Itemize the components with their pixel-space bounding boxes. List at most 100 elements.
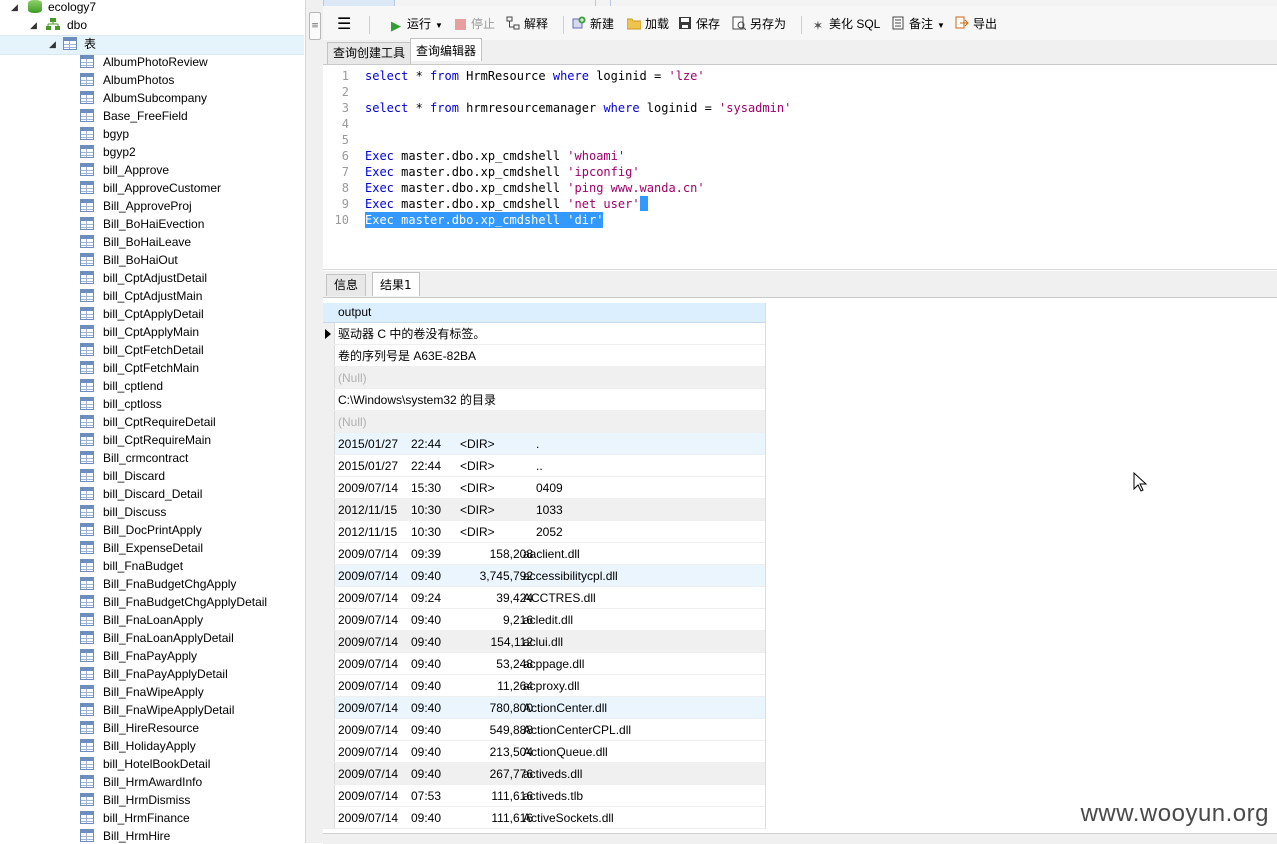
beautify-sql-button[interactable]: ✶ 美化 SQL <box>811 15 881 33</box>
row-indicator[interactable] <box>323 455 335 476</box>
new-query-icon <box>572 16 586 30</box>
table-icon <box>80 649 94 662</box>
export-label: 导出 <box>973 17 998 31</box>
code-line[interactable]: 7 Exec master.dbo.xp_cmdshell 'ipconfig' <box>323 164 640 180</box>
expand-arrow-icon[interactable]: ◢ <box>49 35 56 53</box>
row-indicator[interactable] <box>323 411 335 432</box>
row-indicator[interactable] <box>323 697 335 718</box>
table-row[interactable]: 2009/07/14 09:40 154,112 aclui.dll <box>323 631 765 653</box>
grid-header[interactable]: output <box>323 303 765 323</box>
code-line[interactable]: 2 <box>323 84 349 100</box>
row-indicator[interactable] <box>323 587 335 608</box>
stop-button[interactable]: 停止 <box>453 15 495 33</box>
export-button[interactable]: 导出 <box>955 15 997 33</box>
row-indicator[interactable] <box>323 499 335 520</box>
row-indicator[interactable] <box>323 785 335 806</box>
collapse-grip-icon[interactable]: ≡ <box>309 12 321 40</box>
expand-arrow-icon[interactable]: ◢ <box>30 16 37 34</box>
table-row[interactable]: 2009/07/14 09:40 3,745,792 accessibilitycpl… <box>323 565 765 587</box>
row-indicator[interactable] <box>323 719 335 740</box>
sql-text: master.dbo.xp_cmdshell <box>393 181 568 195</box>
table-row[interactable]: 2009/07/14 09:40 549,888 ActionCenterCPL.dl… <box>323 719 765 741</box>
table-row[interactable]: C:\Windows\system32 的目录 <box>323 389 765 411</box>
status-strip <box>323 833 1277 844</box>
table-row[interactable]: 2009/07/14 15:30 <DIR> 0409 <box>323 477 765 499</box>
save-button[interactable]: 保存 <box>678 15 720 33</box>
cell-time: 09:40 <box>411 767 442 781</box>
cell-time: 09:40 <box>411 613 442 627</box>
sql-editor[interactable]: 1 select * from HrmResource where loginid… <box>323 65 1277 270</box>
table-row[interactable]: 2009/07/14 09:40 213,504 ActionQueue.dll <box>323 741 765 763</box>
save-as-button[interactable]: 另存为 <box>732 15 786 33</box>
table-row[interactable]: 驱动器 C 中的卷没有标签。 <box>323 323 765 345</box>
row-indicator[interactable] <box>323 807 335 828</box>
row-indicator[interactable] <box>323 543 335 564</box>
code-line[interactable]: 10 Exec master.dbo.xp_cmdshell 'dir' <box>323 212 604 228</box>
cell-filename: activeds.dll <box>523 767 583 781</box>
current-row-indicator-icon[interactable] <box>323 323 335 344</box>
table-row[interactable]: (Null) <box>323 411 765 433</box>
row-indicator[interactable] <box>323 477 335 498</box>
table-row[interactable]: 2009/07/14 09:40 267,776 activeds.dll <box>323 763 765 785</box>
code-line[interactable]: 1 select * from HrmResource where loginid… <box>323 68 705 84</box>
dropdown-arrow-icon[interactable]: ▼ <box>435 21 443 30</box>
table-row[interactable]: 2009/07/14 09:39 158,208 aaclient.dll <box>323 543 765 565</box>
table-row[interactable]: 卷的序列号是 A63E-82BA <box>323 345 765 367</box>
row-indicator[interactable] <box>323 433 335 454</box>
table-row[interactable]: 2015/01/27 22:44 <DIR>.. <box>323 455 765 477</box>
row-indicator[interactable] <box>323 521 335 542</box>
line-number: 2 <box>341 85 349 99</box>
row-indicator[interactable] <box>323 675 335 696</box>
row-indicator[interactable] <box>323 389 335 410</box>
code-line[interactable]: 4 <box>323 116 349 132</box>
code-line[interactable]: 9 Exec master.dbo.xp_cmdshell 'net user' <box>323 196 648 212</box>
tab-query-builder[interactable]: 查询创建工具 <box>327 42 412 64</box>
cell-filename: 1033 <box>536 503 563 517</box>
expand-arrow-icon[interactable]: ◢ <box>11 0 18 16</box>
table-item-label: Bill_HrmHire <box>103 829 171 843</box>
table-row[interactable]: 2009/07/14 09:40 11,264 acproxy.dll <box>323 675 765 697</box>
table-row[interactable]: (Null) <box>323 367 765 389</box>
load-button[interactable]: 加载 <box>626 15 669 33</box>
run-button[interactable]: ▶ 运行 ▼ <box>389 15 443 33</box>
code-line[interactable]: 6 Exec master.dbo.xp_cmdshell 'whoami' <box>323 148 625 164</box>
tab-query-editor[interactable]: 查询编辑器 <box>410 38 483 61</box>
result-grid[interactable]: output 驱动器 C 中的卷没有标签。 卷的序列号是 A63E-82BA (Nu… <box>323 303 766 829</box>
dropdown-arrow-icon[interactable]: ▼ <box>937 21 945 30</box>
tab-info[interactable]: 信息 <box>326 274 367 296</box>
table-row[interactable]: 2009/07/14 09:40 9,216 acledit.dll <box>323 609 765 631</box>
cell-dir-marker: <DIR> <box>460 503 495 517</box>
table-row[interactable]: 2009/07/14 09:24 39,424 ACCTRES.dll <box>323 587 765 609</box>
new-button[interactable]: 新建 <box>572 15 614 33</box>
sql-text: master.dbo.xp_cmdshell <box>393 213 568 227</box>
row-indicator[interactable] <box>323 653 335 674</box>
cell-time: 09:40 <box>411 701 442 715</box>
code-line[interactable]: 3 select * from hrmresourcemanager where … <box>323 100 792 116</box>
comment-button[interactable]: 备注 ▼ <box>891 15 945 33</box>
row-indicator[interactable] <box>323 609 335 630</box>
row-indicator[interactable] <box>323 631 335 652</box>
code-line[interactable]: 5 <box>323 132 349 148</box>
table-row[interactable]: 2009/07/14 07:53 111,616 activeds.tlb <box>323 785 765 807</box>
code-line[interactable]: 8 Exec master.dbo.xp_cmdshell 'ping www.w… <box>323 180 705 196</box>
tables-folder-label: 表 <box>84 37 97 51</box>
table-row[interactable]: 2009/07/14 09:40 780,800 ActionCenter.dll <box>323 697 765 719</box>
tab-result-1[interactable]: 结果1 <box>372 272 420 296</box>
row-indicator[interactable] <box>323 367 335 388</box>
table-icon <box>80 523 94 536</box>
row-indicator[interactable] <box>323 763 335 784</box>
table-row[interactable]: 2009/07/14 09:40 111,616 ActiveSockets.dll <box>323 807 765 829</box>
sql-text: master.dbo.xp_cmdshell <box>393 149 568 163</box>
column-header-output[interactable]: output <box>338 303 371 322</box>
table-row[interactable]: 2012/11/15 10:30 <DIR> 1033 <box>323 499 765 521</box>
menu-icon[interactable]: ☰ <box>337 16 351 32</box>
table-row[interactable]: 2012/11/15 10:30 <DIR> 2052 <box>323 521 765 543</box>
cell-filename: ActionCenterCPL.dll <box>523 723 632 737</box>
row-indicator[interactable] <box>323 565 335 586</box>
row-indicator[interactable] <box>323 345 335 366</box>
table-row[interactable]: 2015/01/27 22:44 <DIR>. <box>323 433 765 455</box>
row-indicator[interactable] <box>323 741 335 762</box>
explain-button[interactable]: 解释 <box>506 15 548 33</box>
pane-splitter[interactable]: ≡ <box>305 0 324 843</box>
table-row[interactable]: 2009/07/14 09:40 53,248 acppage.dll <box>323 653 765 675</box>
